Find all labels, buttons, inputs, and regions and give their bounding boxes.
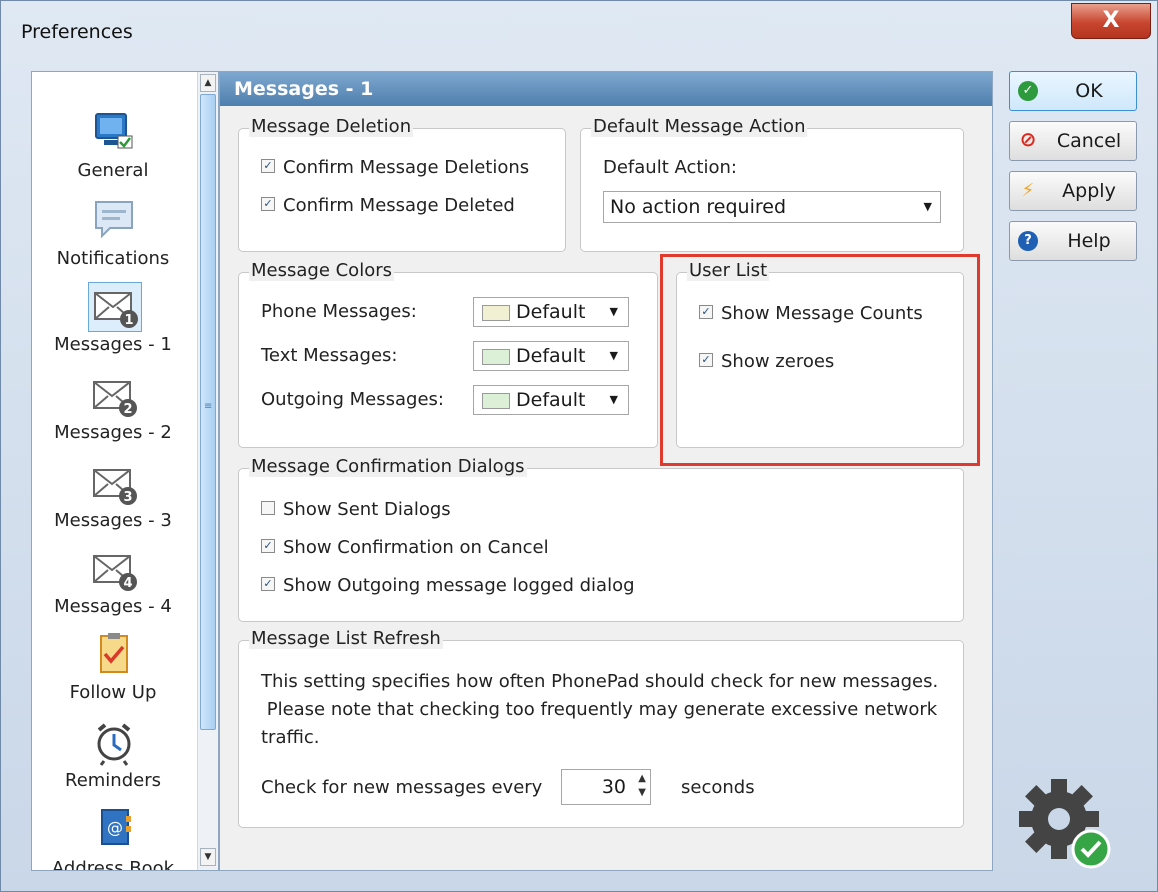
show-sent-dialogs-checkbox[interactable]: Show Sent Dialogs — [261, 499, 451, 520]
sidebar-item-reminders[interactable]: Reminders — [32, 716, 194, 800]
confirm-message-deletions-checkbox[interactable]: ✓ Confirm Message Deletions — [261, 157, 529, 178]
group-legend: Message Confirmation Dialogs — [249, 456, 527, 477]
refresh-interval-prefix: Check for new messages every — [261, 777, 543, 798]
window-title: Preferences — [21, 21, 133, 43]
sidebar-item-general[interactable]: General — [32, 102, 194, 182]
address-book-icon: @ — [101, 809, 131, 845]
envelope-1-icon: 1 — [88, 282, 142, 332]
speech-bubble-icon — [95, 201, 133, 239]
svg-text:@: @ — [107, 818, 123, 837]
sidebar-item-messages-4[interactable]: 4 Messages - 4 — [32, 540, 194, 624]
help-icon: ? — [1018, 231, 1038, 251]
text-messages-color-select[interactable]: Default ▼ — [473, 341, 629, 371]
sidebar-item-label: Address Book — [51, 858, 175, 871]
help-button[interactable]: ? Help — [1009, 221, 1137, 261]
color-swatch — [482, 305, 510, 321]
phone-messages-label: Phone Messages: — [261, 301, 417, 322]
sidebar-item-address-book[interactable]: @ Address Book — [32, 802, 194, 871]
color-swatch — [482, 393, 510, 409]
default-action-label: Default Action: — [603, 157, 737, 178]
checkbox-box[interactable] — [261, 501, 275, 515]
group-legend: Message Colors — [249, 260, 394, 281]
envelope-3-icon: 3 — [93, 469, 137, 505]
sidebar-item-label: General — [77, 160, 149, 181]
refresh-description-line: This setting specifies how often PhonePa… — [261, 671, 939, 692]
settings-panel: Messages - 1 Message Deletion ✓ Confirm M… — [219, 71, 993, 871]
message-colors-group: Message Colors Phone Messages: Default ▼… — [238, 260, 658, 448]
refresh-interval-suffix: seconds — [681, 777, 755, 798]
confirmation-dialogs-group: Message Confirmation Dialogs Show Sent D… — [238, 456, 964, 622]
apply-button[interactable]: ⚡ Apply — [1009, 171, 1137, 211]
message-deletion-group: Message Deletion ✓ Confirm Message Deleti… — [238, 116, 566, 252]
sidebar-item-label: Notifications — [56, 248, 170, 269]
default-message-action-group: Default Message Action Default Action: N… — [580, 116, 964, 252]
gear-check-icon — [1019, 779, 1111, 869]
sidebar-scrollbar[interactable]: ▲ ≡ ▼ — [197, 72, 218, 870]
preferences-window: Preferences X General Notifications 1 Me… — [0, 0, 1158, 892]
clipboard-check-icon — [100, 633, 128, 673]
lightning-icon: ⚡ — [1021, 180, 1035, 201]
confirm-message-deleted-checkbox[interactable]: ✓ Confirm Message Deleted — [261, 195, 515, 216]
scroll-up-arrow-icon[interactable]: ▲ — [200, 74, 216, 92]
sidebar-item-messages-3[interactable]: 3 Messages - 3 — [32, 454, 194, 538]
group-legend: Default Message Action — [591, 116, 808, 137]
checkbox-box[interactable]: ✓ — [261, 197, 275, 211]
grip-icon: ≡ — [204, 401, 213, 412]
chevron-down-icon: ▼ — [609, 393, 618, 406]
sidebar-item-label: Messages - 4 — [54, 596, 172, 617]
spin-arrows-icon[interactable]: ▲ ▼ — [638, 772, 646, 800]
alarm-clock-icon — [97, 723, 131, 766]
close-button[interactable]: X — [1071, 3, 1151, 39]
monitor-check-icon — [95, 113, 133, 149]
chevron-down-icon: ▼ — [609, 305, 618, 318]
scrollbar-thumb[interactable]: ≡ — [200, 94, 216, 730]
checkbox-box[interactable]: ✓ — [261, 577, 275, 591]
envelope-4-icon: 4 — [93, 555, 137, 591]
checkbox-box[interactable]: ✓ — [261, 159, 275, 173]
checkbox-box[interactable]: ✓ — [261, 539, 275, 553]
refresh-description-line: Please note that checking too frequently… — [261, 699, 938, 720]
sidebar-item-follow-up[interactable]: Follow Up — [32, 628, 194, 712]
refresh-interval-spinner[interactable]: 30 ▲ ▼ — [561, 769, 651, 805]
chevron-down-icon: ▼ — [609, 349, 618, 362]
svg-text:2: 2 — [123, 402, 132, 417]
group-legend: Message Deletion — [249, 116, 414, 137]
svg-text:4: 4 — [123, 576, 132, 591]
svg-text:1: 1 — [124, 313, 133, 328]
outgoing-messages-color-select[interactable]: Default ▼ — [473, 385, 629, 415]
chevron-down-icon: ▼ — [923, 200, 932, 213]
sidebar-item-notifications[interactable]: Notifications — [32, 190, 194, 272]
sidebar-item-label: Messages - 3 — [54, 510, 172, 531]
category-sidebar: General Notifications 1 Messages - 1 2 M… — [31, 71, 219, 871]
prohibited-icon: ⊘ — [1019, 127, 1037, 151]
phone-messages-color-select[interactable]: Default ▼ — [473, 297, 629, 327]
user-list-highlight — [660, 254, 980, 466]
show-confirmation-on-cancel-checkbox[interactable]: ✓ Show Confirmation on Cancel — [261, 537, 549, 558]
scroll-down-arrow-icon[interactable]: ▼ — [200, 848, 216, 866]
sidebar-item-messages-2[interactable]: 2 Messages - 2 — [32, 366, 194, 450]
sidebar-item-label: Messages - 1 — [54, 334, 172, 355]
title-bar: Preferences X — [1, 1, 1157, 61]
show-outgoing-logged-dialog-checkbox[interactable]: ✓ Show Outgoing message logged dialog — [261, 575, 635, 596]
sidebar-item-label: Follow Up — [69, 682, 157, 703]
checkmark-icon: ✓ — [1018, 81, 1038, 101]
group-legend: Message List Refresh — [249, 628, 443, 649]
sidebar-item-messages-1[interactable]: 1 Messages - 1 — [32, 278, 194, 362]
sidebar-item-label: Reminders — [65, 770, 161, 791]
sidebar-item-label: Messages - 2 — [54, 422, 172, 443]
cancel-button[interactable]: ⊘ Cancel — [1009, 121, 1137, 161]
default-action-select[interactable]: No action required ▼ — [603, 191, 941, 223]
envelope-2-icon: 2 — [93, 381, 137, 417]
ok-button[interactable]: ✓ OK — [1009, 71, 1137, 111]
outgoing-messages-label: Outgoing Messages: — [261, 389, 444, 410]
svg-text:3: 3 — [123, 490, 132, 505]
text-messages-label: Text Messages: — [261, 345, 398, 366]
refresh-description-line: traffic. — [261, 727, 320, 748]
message-list-refresh-group: Message List Refresh This setting specif… — [238, 628, 964, 828]
panel-title: Messages - 1 — [220, 72, 992, 106]
color-swatch — [482, 349, 510, 365]
